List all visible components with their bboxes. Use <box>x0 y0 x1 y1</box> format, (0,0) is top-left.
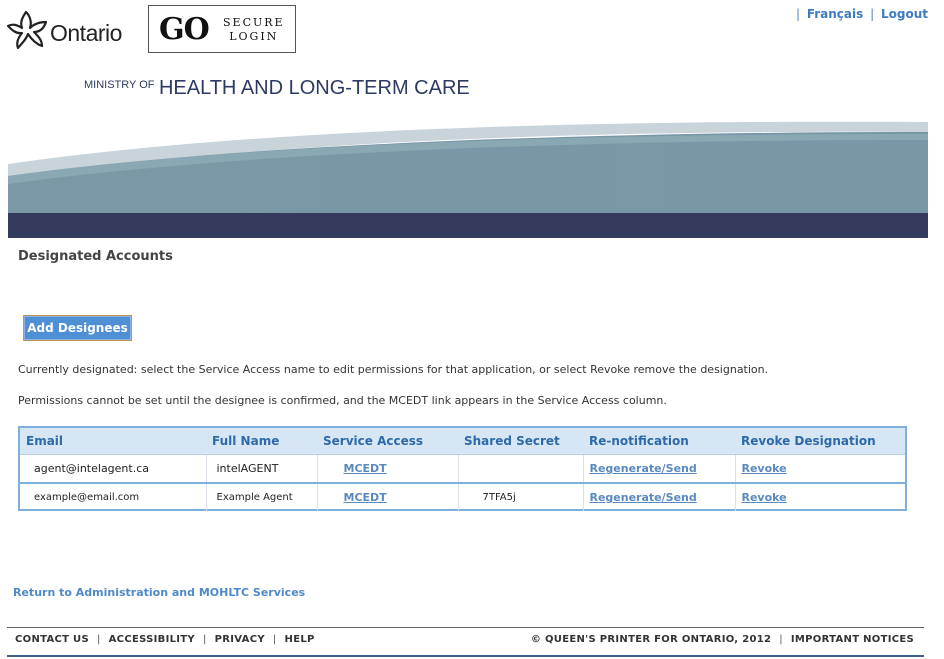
row-revoke: Revoke <box>734 454 905 483</box>
help-link[interactable]: HELP <box>285 634 315 645</box>
table-row: agent@intelagent.ca intelAGENT MCEDT Reg… <box>20 454 905 483</box>
secure-login-text: SECURE LOGIN <box>223 16 285 44</box>
col-shared-secret: Shared Secret <box>458 428 583 455</box>
regenerate-send-link[interactable]: Regenerate/Send <box>590 491 697 504</box>
trillium-logo-icon <box>6 10 48 50</box>
footer-links: CONTACT US | ACCESSIBILITY | PRIVACY | HELP <box>15 634 315 645</box>
header: Ontario GO SECURE LOGIN | Français | Log… <box>0 0 944 240</box>
footer-right: © QUEEN'S PRINTER FOR ONTARIO, 2012 | IMPO… <box>530 634 914 645</box>
page-title: Designated Accounts <box>18 249 173 264</box>
header-banner <box>8 121 928 238</box>
col-full-name: Full Name <box>206 428 317 455</box>
login-label: LOGIN <box>229 30 279 43</box>
row-email: example@email.com <box>20 482 206 511</box>
footer: CONTACT US | ACCESSIBILITY | PRIVACY | HELP © … <box>7 627 924 657</box>
row-renotify: Regenerate/Send <box>582 482 735 511</box>
row-revoke: Revoke <box>734 482 905 511</box>
row-email: agent@intelagent.ca <box>20 454 206 483</box>
row-renotify: Regenerate/Send <box>582 454 735 483</box>
row-service: MCEDT <box>316 454 458 483</box>
go-secure-logo: GO SECURE LOGIN <box>148 5 296 53</box>
regenerate-send-link[interactable]: Regenerate/Send <box>590 462 697 475</box>
revoke-link[interactable]: Revoke <box>742 462 787 475</box>
col-email: Email <box>20 428 206 455</box>
ministry-name: HEALTH AND LONG-TERM CARE <box>158 77 470 99</box>
col-revoke: Revoke Designation <box>735 428 905 455</box>
row-secret <box>457 454 583 483</box>
privacy-link[interactable]: PRIVACY <box>215 634 265 645</box>
table-header-row: Email Full Name Service Access Shared Se… <box>20 428 905 455</box>
ontario-wordmark: Ontario <box>50 20 122 46</box>
row-service: MCEDT <box>316 482 458 511</box>
row-name: intelAGENT <box>205 454 317 483</box>
secure-label: SECURE <box>223 16 285 29</box>
go-text: GO <box>159 12 210 47</box>
designees-table: Email Full Name Service Access Shared Se… <box>18 426 907 511</box>
table-row: example@email.com Example Agent MCEDT 7T… <box>20 482 905 511</box>
revoke-link[interactable]: Revoke <box>742 491 787 504</box>
francais-link[interactable]: Français <box>807 7 863 21</box>
info-text-1: Currently designated: select the Service… <box>18 363 769 376</box>
important-notices-link[interactable]: IMPORTANT NOTICES <box>791 634 914 645</box>
row-secret: 7TFA5j <box>457 482 583 511</box>
ministry-of-label: MINISTRY OF <box>84 79 155 91</box>
row-name: Example Agent <box>205 482 317 511</box>
mcedt-link[interactable]: MCEDT <box>344 462 387 475</box>
add-designees-button[interactable]: Add Designees <box>23 315 132 341</box>
col-renotification: Re-notification <box>583 428 735 455</box>
top-links: | Français | Logout <box>795 7 928 21</box>
logout-link[interactable]: Logout <box>881 7 928 21</box>
contact-us-link[interactable]: CONTACT US <box>15 634 89 645</box>
ministry-title: MINISTRY OF HEALTH AND LONG-TERM CARE <box>84 77 470 100</box>
return-link[interactable]: Return to Administration and MOHLTC Serv… <box>13 586 305 599</box>
col-service-access: Service Access <box>317 428 458 455</box>
accessibility-link[interactable]: ACCESSIBILITY <box>109 634 195 645</box>
mcedt-link[interactable]: MCEDT <box>344 491 387 504</box>
copyright-link[interactable]: © QUEEN'S PRINTER FOR ONTARIO, 2012 <box>531 634 771 645</box>
info-text-2: Permissions cannot be set until the desi… <box>18 394 667 407</box>
